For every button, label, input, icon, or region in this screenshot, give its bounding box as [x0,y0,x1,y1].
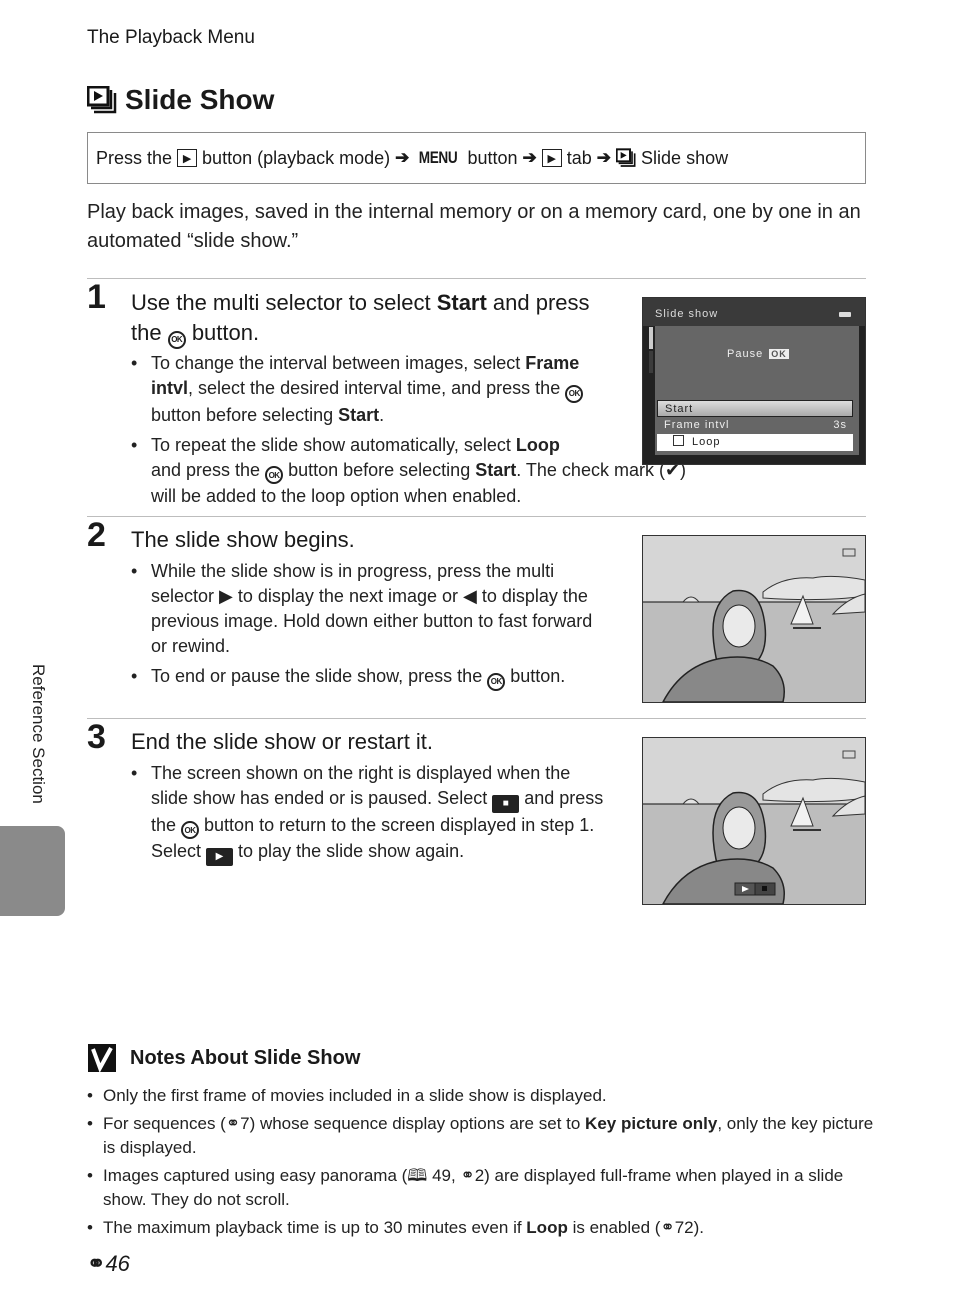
note-item: Images captured using easy panorama (🕮 4… [87,1164,877,1212]
left-arrow-icon: ◀ [463,586,477,606]
menu-item-frame-intvl[interactable]: 3s Frame intvl [657,417,853,434]
playback-controls[interactable] [734,882,776,896]
ok-button-icon: OK [181,821,200,839]
step-title: Use the multi selector to select Start a… [131,288,611,349]
step-number: 1 [87,278,106,316]
navigation-path: Press the ▶ button (playback mode) ➔ MEN… [87,132,866,184]
pause-hint: Pause OK [727,348,789,360]
notes-heading: Notes About Slide Show [88,1044,360,1072]
slideshow-playing-screen [642,535,866,703]
notes-list: Only the first frame of movies included … [87,1084,877,1244]
bullet-item: To end or pause the slide show, press th… [131,664,601,691]
nav-text: button [467,147,518,168]
reference-icon: ⚭ [460,1166,475,1185]
nav-text: Slide show [641,147,729,168]
reference-icon: ⚭ [660,1218,675,1237]
bullet-item: While the slide show is in progress, pre… [131,559,601,659]
menu-item-start[interactable]: Start [657,400,853,417]
battery-icon [839,312,851,317]
page-title: Slide Show [87,84,274,116]
divider [87,278,866,279]
book-icon: 🕮 [407,1166,428,1185]
nav-text: button (playback mode) [202,147,391,168]
note-item: For sequences (⚭7) whose sequence displa… [87,1112,877,1160]
step-number: 3 [87,718,106,756]
section-tab [0,826,65,916]
step-bullets: To change the interval between images, s… [131,351,701,514]
step-title: End the slide show or restart it. [131,729,434,754]
frame-intvl-value: 3s [833,419,847,431]
reference-icon: ⚭ [225,1114,241,1133]
note-item: The maximum playback time is up to 30 mi… [87,1216,877,1240]
page-title-text: Slide Show [125,84,275,115]
stop-button-icon: ■ [492,794,520,813]
bullet-item: To change the interval between images, s… [131,351,611,428]
intro-paragraph: Play back images, saved in the internal … [87,201,861,252]
ok-button-icon: OK [487,672,506,691]
sample-photo-image [643,738,865,904]
nav-text: Press the [96,147,173,168]
bullet-item: To repeat the slide show automatically, … [131,433,701,510]
slideshow-icon [616,148,636,167]
ok-button-icon: OK [167,331,186,349]
menu-body: Pause OK Start 3s Frame intvl Loop [655,326,859,455]
note-check-icon [88,1044,116,1072]
divider [87,516,866,517]
reference-icon: ⚭ [87,1251,106,1276]
nav-text: tab [566,147,592,168]
menu-tab-active[interactable] [649,327,653,349]
menu-tab[interactable] [649,351,653,373]
ok-button-icon: OK [265,466,284,484]
right-arrow-icon: ▶ [219,586,233,606]
arrow-icon: ➔ [522,148,537,167]
camera-menu-screen: Slide show Pause OK Start 3s Frame intvl L… [642,297,866,465]
arrow-icon: ➔ [395,148,410,167]
loop-checkbox[interactable] [673,435,684,446]
playback-tab-icon: ▶ [541,149,562,167]
ok-button-icon: OK [565,384,584,403]
sample-photo-image [643,536,865,702]
page-number: ⚭ 46 [87,1251,130,1276]
step-number: 2 [87,516,106,554]
bullet-item: The screen shown on the right is display… [131,761,611,866]
ok-icon: OK [769,349,789,359]
note-item: Only the first frame of movies included … [87,1084,877,1108]
step-bullets: While the slide show is in progress, pre… [131,559,601,696]
slideshow-icon [87,86,117,114]
running-head: The Playback Menu [87,27,255,48]
step-title: The slide show begins. [131,527,355,552]
section-side-label: Reference Section [29,664,48,804]
menu-header: Slide show [643,298,865,326]
slideshow-paused-screen [642,737,866,905]
playback-button-icon: ▶ [177,149,198,167]
menu-item-loop[interactable]: Loop [657,434,853,451]
play-button-icon: ▶ [206,847,234,866]
arrow-icon: ➔ [596,148,612,167]
notes-title-text: Notes About Slide Show [130,1046,361,1069]
menu-button-icon: MENU [419,148,458,167]
divider [87,718,866,719]
step-bullets: The screen shown on the right is display… [131,761,611,871]
